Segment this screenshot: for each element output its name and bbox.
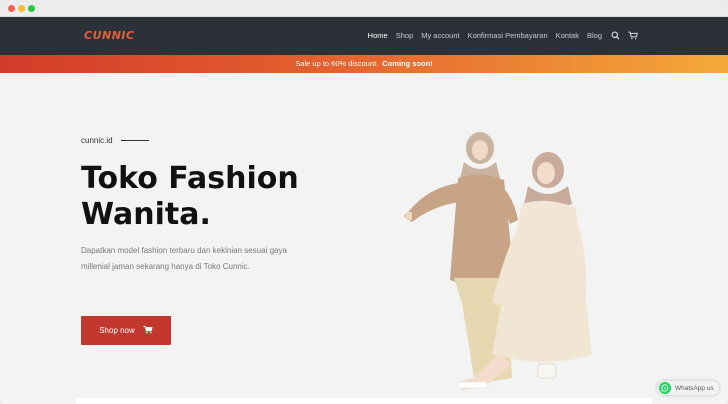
nav-item-blog[interactable]: Blog [587, 31, 602, 40]
nav-item-home[interactable]: Home [368, 31, 388, 40]
minimize-window-button[interactable] [18, 5, 25, 12]
hero-description: Dapatkan model fashion terbaru dan kekin… [81, 246, 287, 271]
hero-eyebrow: cunnic.id [81, 136, 149, 145]
browser-window: CUNNIC Home Shop My account Konfirmasi P… [0, 0, 728, 404]
hero-models-image [404, 132, 592, 390]
maximize-window-button[interactable] [28, 5, 35, 12]
cart-icon[interactable] [628, 30, 638, 40]
promo-highlight: Coming soon! [382, 59, 433, 68]
hero-section: cunnic.id Toko Fashion Wanita. Dapatkan … [0, 73, 728, 404]
nav-item-shop[interactable]: Shop [396, 31, 414, 40]
headline-line-1: Toko Fashion [81, 161, 299, 196]
shop-now-label: Shop now [99, 326, 135, 335]
main-nav: Home Shop My account Konfirmasi Pembayar… [368, 30, 638, 40]
eyebrow-divider [120, 140, 149, 141]
whatsapp-chat-button[interactable]: WhatsApp us [657, 381, 719, 395]
nav-item-kontak[interactable]: Kontak [556, 31, 579, 40]
nav-item-my-account[interactable]: My account [421, 31, 459, 40]
hero-headline: Toko Fashion Wanita. [81, 161, 341, 233]
window-titlebar [0, 0, 728, 17]
whatsapp-icon [659, 382, 671, 394]
headline-line-2: Wanita. [81, 197, 211, 232]
search-icon[interactable] [610, 30, 620, 40]
eyebrow-text: cunnic.id [81, 136, 113, 145]
cart-icon [142, 325, 153, 336]
shop-now-button[interactable]: Shop now [81, 316, 171, 345]
close-window-button[interactable] [8, 5, 15, 12]
nav-item-konfirmasi-pembayaran[interactable]: Konfirmasi Pembayaran [468, 31, 548, 40]
whatsapp-label: WhatsApp us [675, 384, 714, 392]
content-card-strip [76, 398, 652, 404]
site-logo[interactable]: CUNNIC [84, 29, 135, 42]
promo-banner: Sale up to 60% discount. Coming soon! [0, 55, 728, 73]
site-header: CUNNIC Home Shop My account Konfirmasi P… [0, 17, 728, 55]
promo-text: Sale up to 60% discount. [295, 59, 379, 68]
